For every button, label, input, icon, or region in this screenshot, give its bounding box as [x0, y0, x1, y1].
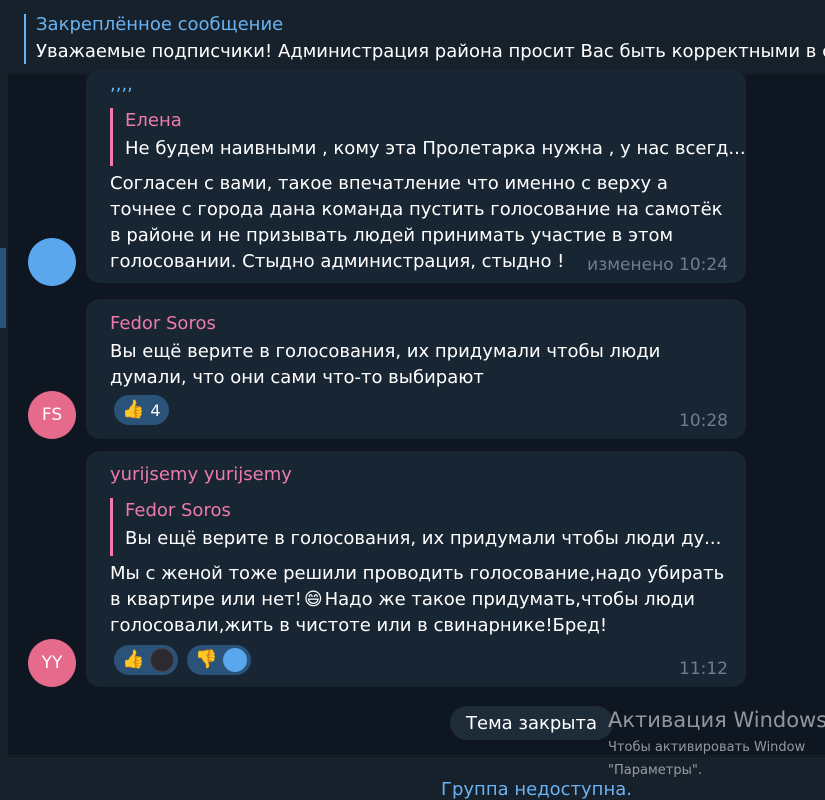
topic-closed-badge: Тема закрыта — [450, 706, 614, 740]
message-sender[interactable]: ,,,, — [110, 74, 133, 95]
reply-text: Не будем наивными , кому эта Пролетарка … — [125, 138, 746, 159]
message-text: Мы с женой тоже решили проводить голосов… — [110, 561, 735, 639]
message-time: 10:28 — [679, 411, 728, 431]
message-bubble[interactable]: ,,,, Елена Не будем наивными , кому эта … — [86, 70, 746, 283]
message-fragment: Надо же такое придумать,чтобы люди — [324, 589, 695, 610]
thumbs-down-icon: 👎 — [195, 649, 218, 670]
message-line: Мы с женой тоже решили проводить голосов… — [110, 563, 725, 584]
pinned-indicator — [24, 14, 26, 64]
reaction-thumbs-up[interactable]: 👍 — [114, 645, 179, 675]
pinned-title: Закреплённое сообщение — [36, 14, 284, 35]
reply-bar — [110, 498, 113, 556]
message-line: в квартире или нет! 😄 Надо же такое придум… — [110, 587, 735, 613]
thumbs-up-icon: 👍 — [122, 649, 145, 670]
avatar[interactable] — [28, 238, 76, 286]
left-edge — [0, 0, 8, 800]
reply-quote[interactable]: Елена Не будем наивными , кому эта Проле… — [110, 108, 746, 166]
message-time: 11:12 — [679, 659, 728, 679]
reply-author: Елена — [125, 110, 182, 131]
thumbs-up-icon: 👍 — [122, 399, 145, 420]
pinned-message-bar[interactable]: Закреплённое сообщение Уважаемые подписч… — [8, 0, 825, 74]
message-line: Вы ещё верите в голосования, их придумал… — [110, 341, 661, 362]
chat-area[interactable]: ,,,, Елена Не будем наивными , кому эта … — [8, 70, 825, 755]
message-line: точнее с города дана команда пустить гол… — [110, 199, 723, 220]
reactor-avatar — [223, 648, 248, 672]
footer-bar: Группа недоступна. — [8, 756, 825, 800]
reply-bar — [110, 108, 113, 166]
reaction-thumbs-down[interactable]: 👎 — [187, 645, 252, 675]
group-unavailable-text: Группа недоступна. — [441, 779, 632, 800]
message-fragment: в квартире или нет! — [110, 589, 302, 610]
message-line: в районе и не призывать людей принимать … — [110, 225, 674, 246]
message-line: голосовали,жить в чистоте или в свинарни… — [110, 615, 608, 636]
message-bubble[interactable]: Fedor Soros Вы ещё верите в голосования,… — [86, 299, 746, 439]
reactor-avatar — [150, 648, 175, 672]
message-sender[interactable]: yurijsemy yurijsemy — [110, 464, 292, 485]
message-sender[interactable]: Fedor Soros — [110, 313, 216, 334]
grin-emoji-icon: 😄 — [303, 589, 323, 610]
reaction-count: 4 — [150, 400, 161, 420]
message-time: изменено 10:24 — [587, 255, 728, 275]
avatar-initials: FS — [41, 405, 63, 425]
message-line: думали, что они сами что-то выбирают — [110, 367, 484, 388]
pinned-text: Уважаемые подписчики! Администрация райо… — [36, 41, 825, 62]
reply-author: Fedor Soros — [125, 500, 231, 521]
avatar[interactable]: FS — [28, 391, 76, 439]
left-scroll-accent[interactable] — [0, 248, 6, 328]
message-line: Согласен с вами, такое впечатление что и… — [110, 173, 668, 194]
avatar-initials: YY — [41, 653, 63, 673]
reply-text: Вы ещё верите в голосования, их придумал… — [125, 528, 722, 549]
message-text: Вы ещё верите в голосования, их придумал… — [110, 339, 735, 391]
avatar[interactable]: YY — [28, 639, 76, 687]
reply-quote[interactable]: Fedor Soros Вы ещё верите в голосования,… — [110, 498, 722, 556]
message-bubble[interactable]: yurijsemy yurijsemy Fedor Soros Вы ещё в… — [86, 451, 746, 687]
reaction-thumbs-up[interactable]: 👍 4 — [114, 395, 169, 425]
